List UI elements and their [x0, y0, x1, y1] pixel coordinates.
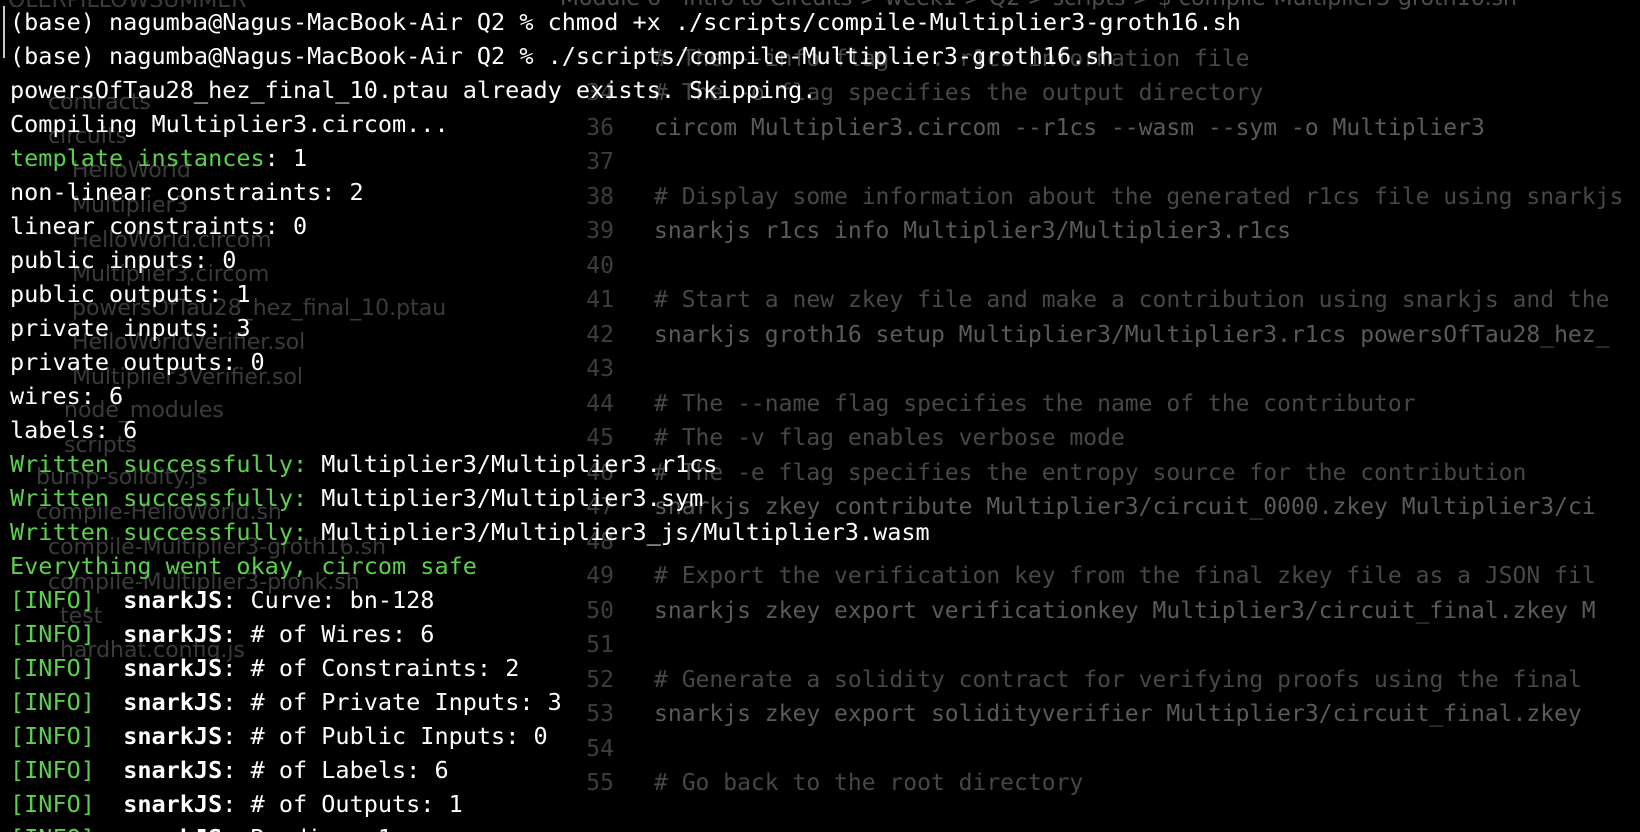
bold-text: snarkJS	[123, 756, 223, 784]
terminal-line: template instances: 1	[10, 141, 1640, 175]
terminal-window: Module 6 - Intro to Circuits > week1 > Q…	[0, 0, 1640, 832]
highlighted-text: [INFO]	[10, 586, 95, 614]
terminal-line: [INFO] snarkJS: Reading r1cs	[10, 821, 1640, 832]
output-text: (base) nagumba@Nagus-MacBook-Air Q2 % ch…	[10, 8, 1241, 36]
output-text: : # of Public Inputs: 0	[222, 722, 548, 750]
terminal-line: Compiling Multiplier3.circom...	[10, 107, 1640, 141]
highlighted-text: Written successfully:	[10, 450, 308, 478]
terminal-line: [INFO] snarkJS: Curve: bn-128	[10, 583, 1640, 617]
highlighted-text: [INFO]	[10, 824, 95, 832]
highlighted-text: template instances	[10, 144, 265, 172]
terminal-line: powersOfTau28_hez_final_10.ptau already …	[10, 73, 1640, 107]
highlighted-text: [INFO]	[10, 790, 95, 818]
bold-text: snarkJS	[123, 722, 223, 750]
terminal-line: linear constraints: 0	[10, 209, 1640, 243]
output-text: Multiplier3/Multiplier3.sym	[307, 484, 704, 512]
terminal-output[interactable]: (base) nagumba@Nagus-MacBook-Air Q2 % ch…	[0, 0, 1640, 832]
output-text: wires: 6	[10, 382, 124, 410]
terminal-line: Written successfully: Multiplier3/Multip…	[10, 447, 1640, 481]
terminal-line: public inputs: 0	[10, 243, 1640, 277]
terminal-line: private inputs: 3	[10, 311, 1640, 345]
highlighted-text: [INFO]	[10, 756, 95, 784]
highlighted-text: [INFO]	[10, 620, 95, 648]
terminal-line: Written successfully: Multiplier3/Multip…	[10, 515, 1640, 549]
output-text: : # of Labels: 6	[222, 756, 449, 784]
bold-text: snarkJS	[123, 620, 223, 648]
output-text: Multiplier3/Multiplier3_js/Multiplier3.w…	[307, 518, 930, 546]
highlighted-text: [INFO]	[10, 654, 95, 682]
terminal-line: (base) nagumba@Nagus-MacBook-Air Q2 % ./…	[10, 39, 1640, 73]
bold-text: snarkJS	[123, 790, 223, 818]
highlighted-text: Written successfully:	[10, 484, 308, 512]
bold-text: snarkJS	[123, 824, 222, 832]
output-text: public inputs: 0	[10, 246, 237, 274]
terminal-line: [INFO] snarkJS: # of Public Inputs: 0	[10, 719, 1640, 753]
output-text: private inputs: 3	[10, 314, 251, 342]
terminal-line: (base) nagumba@Nagus-MacBook-Air Q2 % ch…	[10, 5, 1640, 39]
output-text: non-linear constraints: 2	[10, 178, 364, 206]
terminal-line: wires: 6	[10, 379, 1640, 413]
terminal-line: Written successfully: Multiplier3/Multip…	[10, 481, 1640, 515]
output-text: powersOfTau28_hez_final_10.ptau already …	[10, 76, 817, 104]
output-text: : # of Outputs: 1	[222, 790, 463, 818]
terminal-line: [INFO] snarkJS: # of Constraints: 2	[10, 651, 1640, 685]
terminal-line: Everything went okay, circom safe	[10, 549, 1640, 583]
output-text: Multiplier3/Multiplier3.r1cs	[307, 450, 718, 478]
output-text: labels: 6	[10, 416, 138, 444]
terminal-line: public outputs: 1	[10, 277, 1640, 311]
highlighted-text: [INFO]	[10, 688, 95, 716]
output-text: Compiling Multiplier3.circom...	[10, 110, 449, 138]
output-text: : 1	[264, 144, 308, 172]
terminal-line: [INFO] snarkJS: # of Labels: 6	[10, 753, 1640, 787]
output-text: public outputs: 1	[10, 280, 251, 308]
highlighted-text: Everything went okay, circom safe	[10, 552, 477, 580]
terminal-line: non-linear constraints: 2	[10, 175, 1640, 209]
terminal-line: [INFO] snarkJS: # of Wires: 6	[10, 617, 1640, 651]
output-text: : # of Private Inputs: 3	[222, 688, 562, 716]
output-text: : Reading r1cs	[222, 824, 420, 832]
output-text: linear constraints: 0	[10, 212, 308, 240]
output-text: (base) nagumba@Nagus-MacBook-Air Q2 % ./…	[10, 42, 1114, 70]
bold-text: snarkJS	[123, 586, 223, 614]
bold-text: snarkJS	[123, 688, 223, 716]
output-text: : # of Wires: 6	[222, 620, 435, 648]
terminal-line: private outputs: 0	[10, 345, 1640, 379]
output-text: private outputs: 0	[10, 348, 265, 376]
terminal-line: labels: 6	[10, 413, 1640, 447]
highlighted-text: [INFO]	[10, 722, 95, 750]
terminal-line: [INFO] snarkJS: # of Outputs: 1	[10, 787, 1640, 821]
output-text: : # of Constraints: 2	[222, 654, 520, 682]
highlighted-text: Written successfully:	[10, 518, 308, 546]
bold-text: snarkJS	[123, 654, 223, 682]
terminal-line: [INFO] snarkJS: # of Private Inputs: 3	[10, 685, 1640, 719]
output-text: : Curve: bn-128	[222, 586, 435, 614]
